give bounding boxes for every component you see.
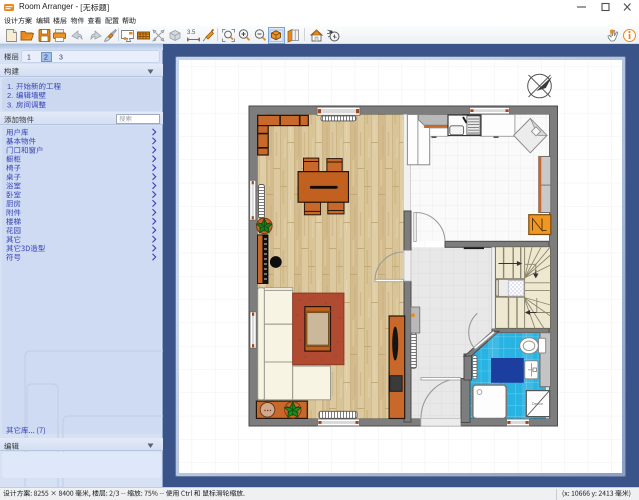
svg-text:3.5: 3.5 bbox=[187, 30, 196, 36]
svg-text:Device: Device bbox=[532, 402, 543, 406]
